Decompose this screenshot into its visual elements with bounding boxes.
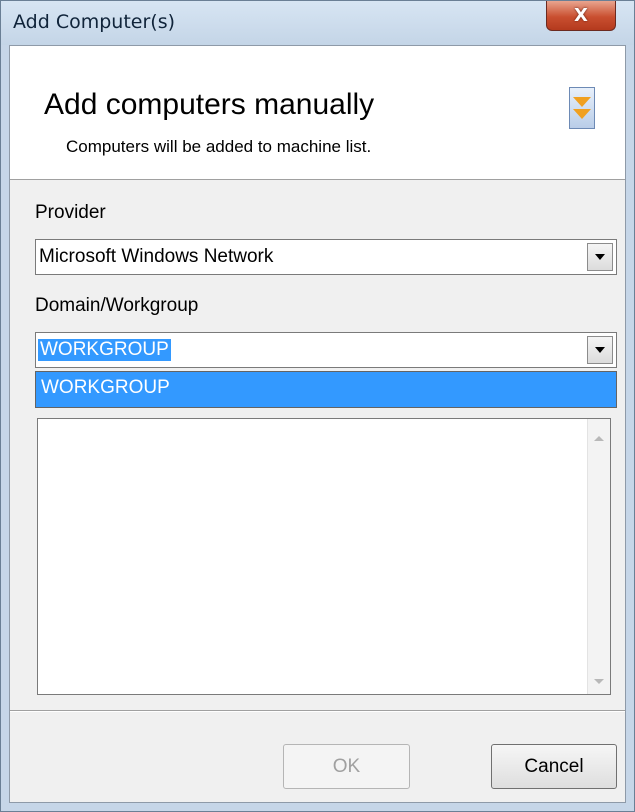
chevron-down-icon: [595, 347, 605, 353]
dropdown-option-workgroup[interactable]: WORKGROUP: [41, 377, 170, 399]
close-icon: X: [574, 5, 588, 26]
header-title: Add computers manually: [44, 88, 375, 121]
ok-button[interactable]: OK: [283, 744, 410, 789]
scroll-down-icon[interactable]: [594, 679, 604, 684]
title-bar[interactable]: Add Computer(s) X: [1, 1, 634, 45]
provider-label: Provider: [35, 202, 106, 223]
chevron-down-icon: [595, 254, 605, 260]
scroll-up-icon[interactable]: [594, 436, 604, 441]
header-subtitle: Computers will be added to machine list.: [66, 137, 372, 156]
window-title: Add Computer(s): [13, 11, 176, 33]
double-chevron-down-icon[interactable]: [569, 87, 595, 129]
listbox-scrollbar[interactable]: [587, 419, 610, 694]
add-computers-dialog: Add Computer(s) X Add computers manually…: [0, 0, 635, 812]
cancel-button[interactable]: Cancel: [491, 744, 617, 789]
domain-value[interactable]: WORKGROUP: [38, 339, 171, 361]
domain-label: Domain/Workgroup: [35, 295, 199, 316]
dialog-body: Add computers manually Computers will be…: [9, 45, 626, 803]
header-panel: Add computers manually Computers will be…: [10, 46, 625, 180]
computers-listbox[interactable]: [37, 418, 611, 695]
provider-dropdown-button[interactable]: [587, 243, 613, 271]
domain-dropdown-list[interactable]: WORKGROUP: [35, 371, 617, 408]
close-button[interactable]: X: [546, 1, 616, 31]
provider-combobox[interactable]: Microsoft Windows Network: [35, 239, 617, 275]
separator: [10, 710, 625, 712]
provider-value: Microsoft Windows Network: [39, 246, 274, 267]
domain-combobox[interactable]: WORKGROUP: [35, 332, 617, 368]
domain-dropdown-button[interactable]: [587, 336, 613, 364]
